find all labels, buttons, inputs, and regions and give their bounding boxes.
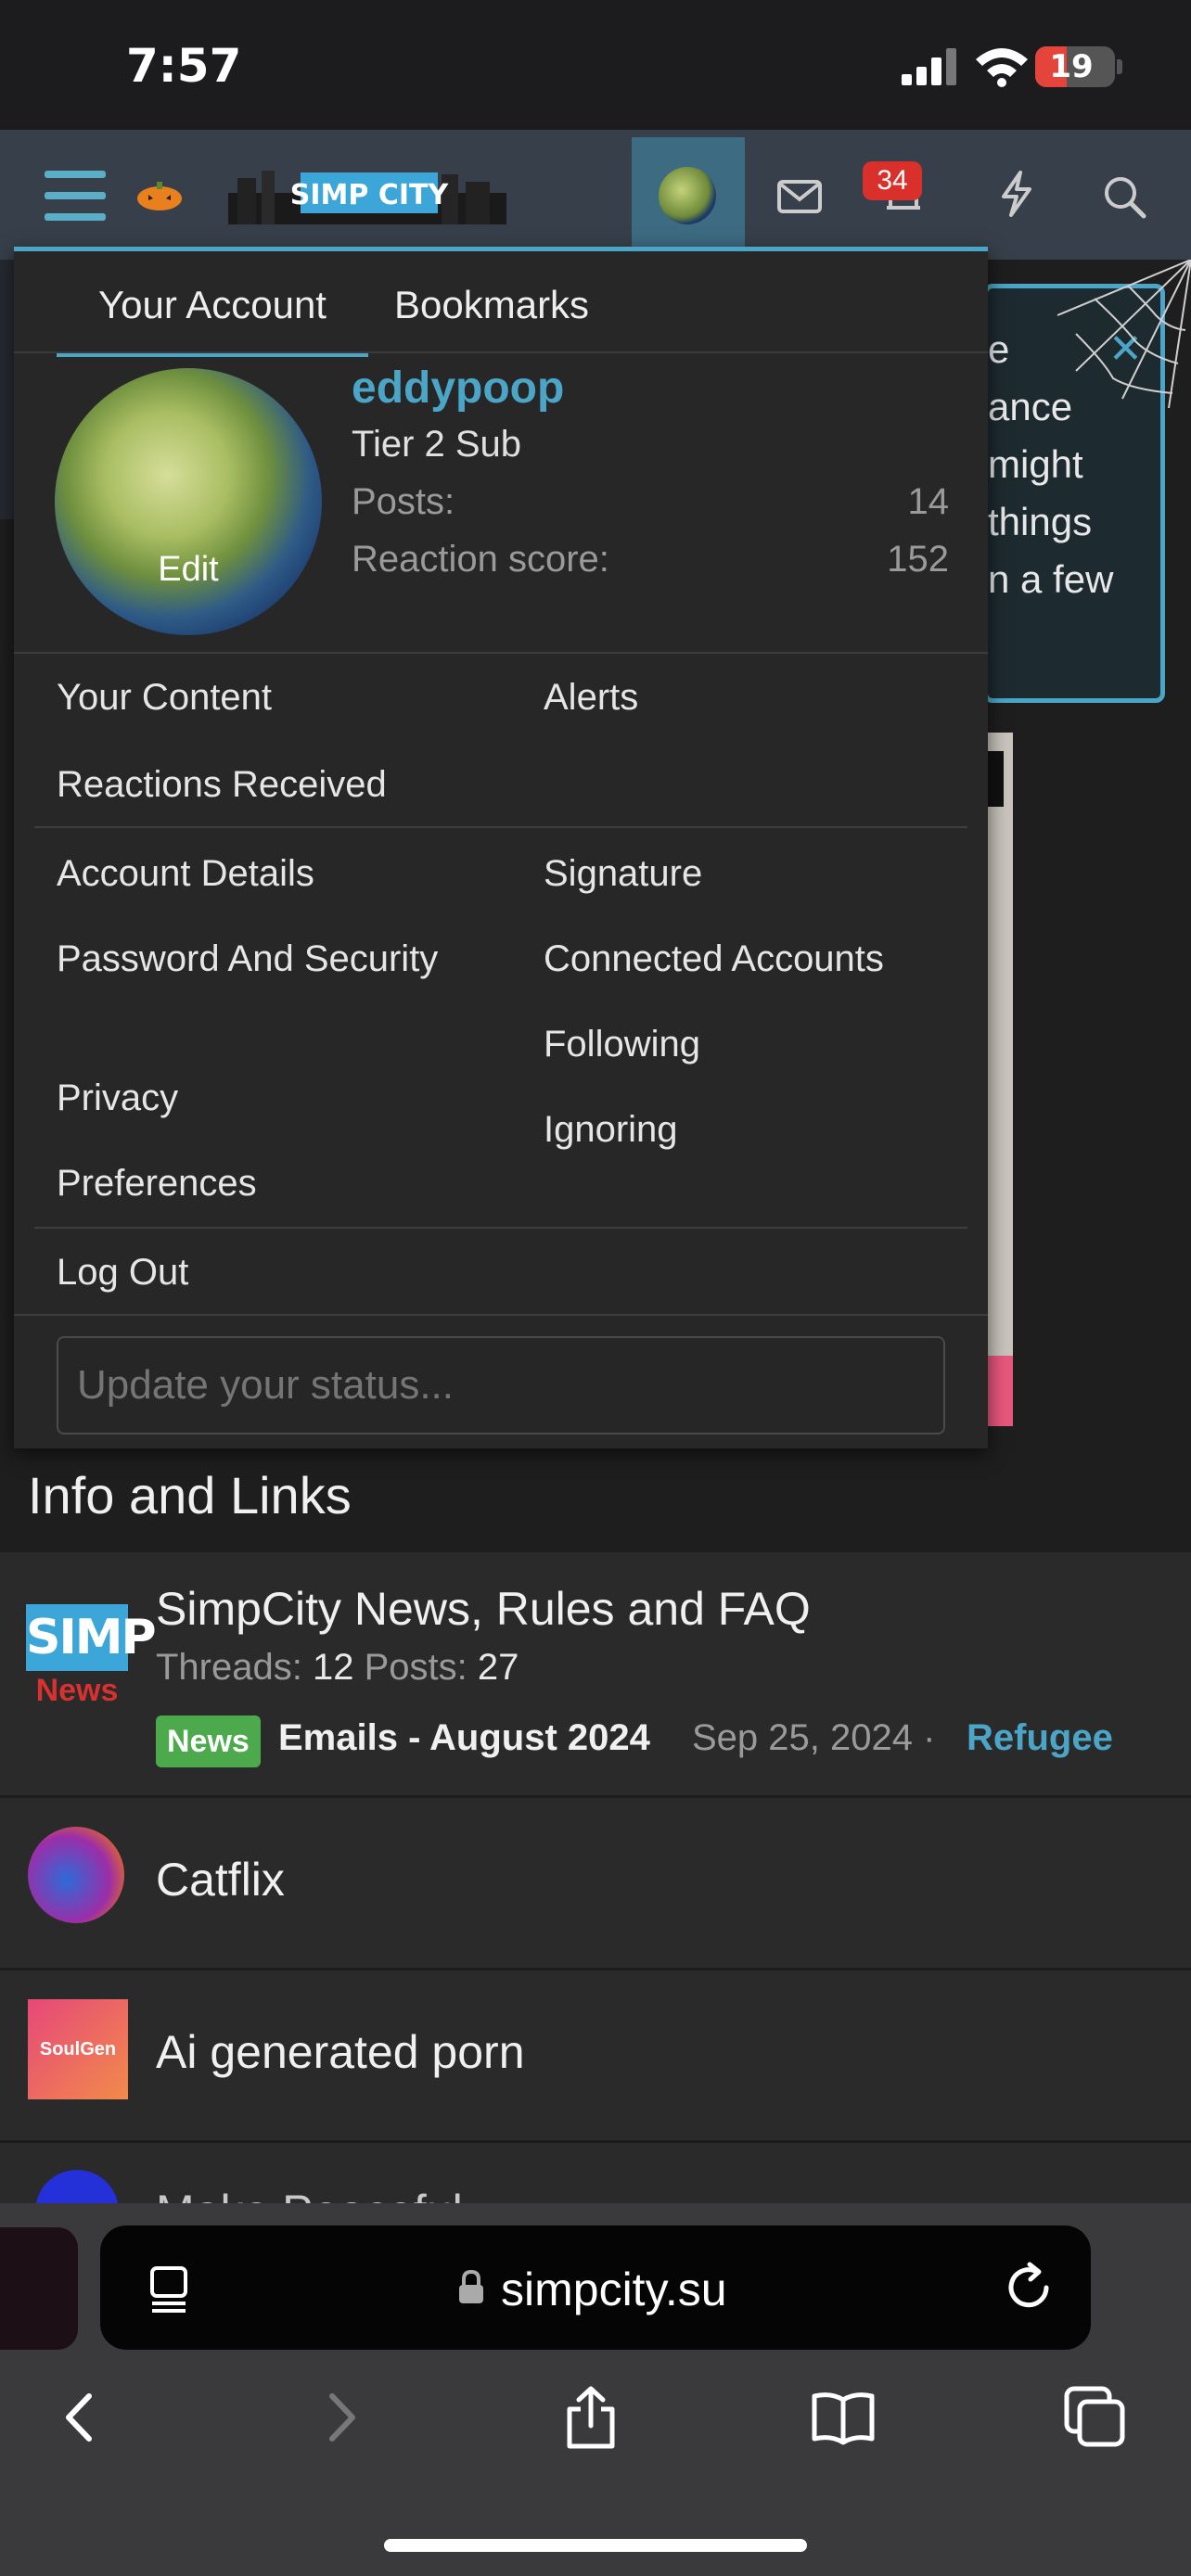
tabs-divider: [14, 351, 988, 353]
latest-thread-user[interactable]: Refugee: [967, 1717, 1113, 1759]
news-icon-subtext: News: [35, 1673, 119, 1708]
menu-ignoring[interactable]: Ignoring: [544, 1103, 678, 1156]
menu-signature[interactable]: Signature: [544, 847, 702, 900]
hamburger-menu-icon[interactable]: [45, 171, 106, 221]
forum-stats: Threads: 12 Posts: 27: [156, 1647, 519, 1688]
logout-link[interactable]: Log Out: [57, 1245, 188, 1299]
divider: [34, 1227, 967, 1229]
posts-value: 14: [907, 481, 950, 522]
news-icon-text: SIMP: [26, 1604, 157, 1671]
divider: [14, 1314, 988, 1316]
menu-privacy[interactable]: Privacy: [57, 1071, 178, 1125]
background-image: [987, 733, 1013, 1426]
lock-icon: [459, 2270, 483, 2303]
menu-reactions-received[interactable]: Reactions Received: [57, 758, 387, 811]
tabs-icon[interactable]: [1063, 2385, 1128, 2450]
forum-title-news[interactable]: SimpCity News, Rules and FAQ: [156, 1582, 811, 1636]
reload-icon[interactable]: [1002, 2261, 1056, 2315]
soulgen-icon: SoulGen: [28, 1999, 128, 2099]
user-title: Tier 2 Sub: [352, 424, 522, 465]
header-avatar[interactable]: [659, 167, 716, 224]
site-logo[interactable]: SIMP CITY: [228, 165, 506, 224]
menu-account-details[interactable]: Account Details: [57, 847, 314, 900]
battery-icon: 19: [1035, 46, 1115, 87]
status-update-input[interactable]: [57, 1336, 945, 1435]
tab-bookmarks[interactable]: Bookmarks: [394, 274, 589, 357]
background-content: [0, 260, 15, 519]
menu-password-and-security[interactable]: Password And Security: [57, 932, 446, 986]
battery-level: 19: [1049, 48, 1094, 85]
back-icon[interactable]: [48, 2385, 113, 2450]
page-menu-icon[interactable]: [147, 2264, 191, 2313]
divider: [14, 652, 988, 654]
divider: [34, 826, 967, 828]
section-title[interactable]: Info and Links: [28, 1465, 352, 1525]
catflix-icon: [28, 1827, 124, 1923]
menu-connected-accounts[interactable]: Connected Accounts: [544, 932, 884, 986]
alerts-count-badge[interactable]: 34: [863, 161, 922, 200]
threads-count: 12: [312, 1647, 354, 1688]
notice-line: e: [988, 327, 1010, 371]
bookmarks-icon[interactable]: [811, 2385, 876, 2450]
mail-icon[interactable]: [774, 171, 826, 223]
cellular-signal-icon: [902, 48, 956, 85]
menu-alerts[interactable]: Alerts: [544, 670, 638, 724]
cobweb-decoration: [1057, 260, 1191, 409]
search-icon[interactable]: [1098, 171, 1150, 223]
url-text[interactable]: simpcity.su: [501, 2263, 727, 2316]
tab-your-account[interactable]: Your Account: [57, 274, 368, 357]
forward-icon[interactable]: [308, 2385, 373, 2450]
news-forum-icon: SIMP News: [26, 1604, 157, 1715]
posts-count: 27: [477, 1647, 519, 1688]
latest-thread-date: Sep 25, 2024 ·: [692, 1717, 936, 1758]
avatar-edit-link[interactable]: Edit: [55, 550, 322, 590]
reaction-score-value: 152: [887, 539, 949, 580]
posts-label: Posts:: [352, 481, 455, 522]
notice-line: might: [988, 442, 1083, 486]
home-indicator[interactable]: [384, 2539, 807, 2552]
news-prefix-tag[interactable]: News: [156, 1715, 261, 1767]
profile-avatar[interactable]: Edit: [55, 368, 322, 635]
wifi-icon: [976, 48, 1028, 87]
row-divider: [0, 2140, 1191, 2143]
share-icon[interactable]: [558, 2385, 623, 2450]
logo-text: SIMP CITY: [290, 179, 450, 211]
account-dropdown: Your Account Bookmarks Edit eddypoop Tie…: [14, 247, 988, 1448]
reaction-score-label: Reaction score:: [352, 539, 609, 580]
row-divider: [0, 1968, 1191, 1970]
forum-title-catflix[interactable]: Catflix: [156, 1853, 285, 1906]
notice-line: things: [988, 500, 1093, 543]
menu-following[interactable]: Following: [544, 1017, 700, 1071]
status-time: 7:57: [126, 39, 242, 93]
notice-line: n a few: [988, 557, 1114, 601]
latest-thread-link[interactable]: Emails - August 2024: [278, 1717, 650, 1759]
menu-your-content[interactable]: Your Content: [57, 670, 272, 724]
username-link[interactable]: eddypoop: [352, 363, 564, 414]
battery-tip: [1117, 59, 1122, 74]
adjacent-tab-preview[interactable]: [0, 2227, 78, 2350]
menu-preferences[interactable]: Preferences: [57, 1156, 257, 1210]
row-divider: [0, 1795, 1191, 1798]
forum-title-ai-generated[interactable]: Ai generated porn: [156, 2025, 525, 2079]
pumpkin-icon: [137, 182, 182, 210]
lightning-bolt-icon[interactable]: [991, 167, 1043, 219]
